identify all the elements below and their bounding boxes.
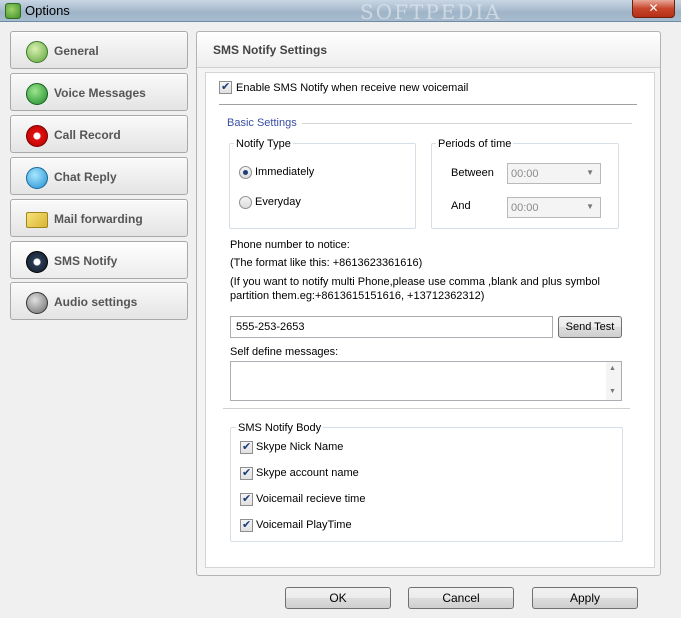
divider — [302, 123, 632, 124]
everyday-label: Everyday — [255, 196, 301, 208]
sidebar-item-sms-notify[interactable]: SMS Notify — [10, 241, 188, 279]
scroll-down-icon[interactable]: ▼ — [609, 388, 616, 395]
voicemail-playtime-checkbox[interactable] — [240, 518, 253, 532]
chat-icon — [26, 167, 48, 189]
enable-sms-notify-checkbox[interactable] — [219, 80, 232, 94]
sidebar-item-audio-settings[interactable]: Audio settings — [10, 282, 188, 320]
phone-number-label: Phone number to notice: — [230, 239, 350, 251]
sidebar-item-call-record[interactable]: Call Record — [10, 115, 188, 153]
sidebar-item-label: Voice Messages — [54, 86, 146, 100]
voicemail-receive-time-checkbox[interactable] — [240, 492, 253, 506]
voicemail-playtime-label: Voicemail PlayTime — [256, 519, 352, 531]
sidebar-item-general[interactable]: General — [10, 31, 188, 69]
title-bar: Options SOFTPEDIA ✕ — [0, 0, 681, 24]
sms-body-legend: SMS Notify Body — [236, 422, 324, 434]
sidebar-item-label: Call Record — [54, 128, 121, 142]
periods-legend: Periods of time — [436, 138, 514, 150]
basic-settings-heading: Basic Settings — [227, 117, 297, 129]
chevron-down-icon: ▼ — [586, 202, 594, 211]
between-time-value: 00:00 — [511, 168, 539, 180]
everyday-radio[interactable] — [239, 196, 252, 209]
speaker-icon — [26, 292, 48, 314]
notify-type-legend: Notify Type — [234, 138, 293, 150]
apply-button[interactable]: Apply — [532, 587, 638, 609]
and-time-value: 00:00 — [511, 202, 539, 214]
divider — [223, 408, 630, 409]
mail-icon — [26, 212, 48, 228]
record-icon — [26, 125, 48, 147]
sidebar-item-label: SMS Notify — [54, 254, 118, 268]
skype-account-name-label: Skype account name — [256, 467, 359, 479]
between-label: Between — [451, 167, 494, 179]
chevron-down-icon: ▼ — [586, 168, 594, 177]
cancel-button[interactable]: Cancel — [408, 587, 514, 609]
pm-globe-icon — [26, 41, 48, 63]
phone-number-value: 555-253-2653 — [236, 321, 305, 333]
sidebar-item-mail-forwarding[interactable]: Mail forwarding — [10, 199, 188, 237]
voicemail-receive-time-label: Voicemail recieve time — [256, 493, 366, 505]
watermark: SOFTPEDIA — [360, 0, 502, 24]
sidebar-item-label: General — [54, 44, 99, 58]
skype-account-name-checkbox[interactable] — [240, 466, 253, 480]
divider — [219, 104, 637, 105]
between-time-select[interactable]: 00:00 ▼ — [507, 163, 601, 184]
notify-type-group — [229, 143, 416, 229]
window-title: Options — [25, 3, 70, 18]
skype-nick-name-label: Skype Nick Name — [256, 441, 344, 453]
sidebar-item-label: Audio settings — [54, 295, 138, 309]
ok-button[interactable]: OK — [285, 587, 391, 609]
skype-nick-name-checkbox[interactable] — [240, 440, 253, 454]
send-test-button[interactable]: Send Test — [558, 316, 622, 338]
phone-icon — [26, 83, 48, 105]
panel-header: SMS Notify Settings — [197, 32, 660, 68]
textarea-scrollbar[interactable]: ▲ ▼ — [606, 362, 621, 400]
phone-format-hint: (The format like this: +8613623361616) — [230, 257, 423, 269]
sidebar-item-chat-reply[interactable]: Chat Reply — [10, 157, 188, 195]
sms-icon — [26, 251, 48, 273]
enable-sms-notify-label: Enable SMS Notify when receive new voice… — [236, 82, 469, 94]
phone-multi-hint-line1: (If you want to notify multi Phone,pleas… — [230, 276, 600, 288]
and-label: And — [451, 200, 471, 212]
phone-multi-hint-line2: partition them.eg:+8613615151616, +13712… — [230, 290, 485, 302]
self-define-textarea[interactable]: ▲ ▼ — [230, 361, 622, 401]
and-time-select[interactable]: 00:00 ▼ — [507, 197, 601, 218]
close-button[interactable]: ✕ — [632, 0, 675, 18]
sidebar-item-label: Mail forwarding — [54, 212, 143, 226]
sidebar-item-voice-messages[interactable]: Voice Messages — [10, 73, 188, 111]
scroll-up-icon[interactable]: ▲ — [609, 365, 616, 372]
immediately-label: Immediately — [255, 166, 315, 178]
self-define-label: Self define messages: — [230, 346, 339, 358]
immediately-radio[interactable] — [239, 166, 252, 179]
sidebar-item-label: Chat Reply — [54, 170, 117, 184]
app-icon — [5, 3, 21, 19]
panel-title: SMS Notify Settings — [213, 43, 328, 57]
phone-number-input[interactable]: 555-253-2653 — [230, 316, 553, 338]
